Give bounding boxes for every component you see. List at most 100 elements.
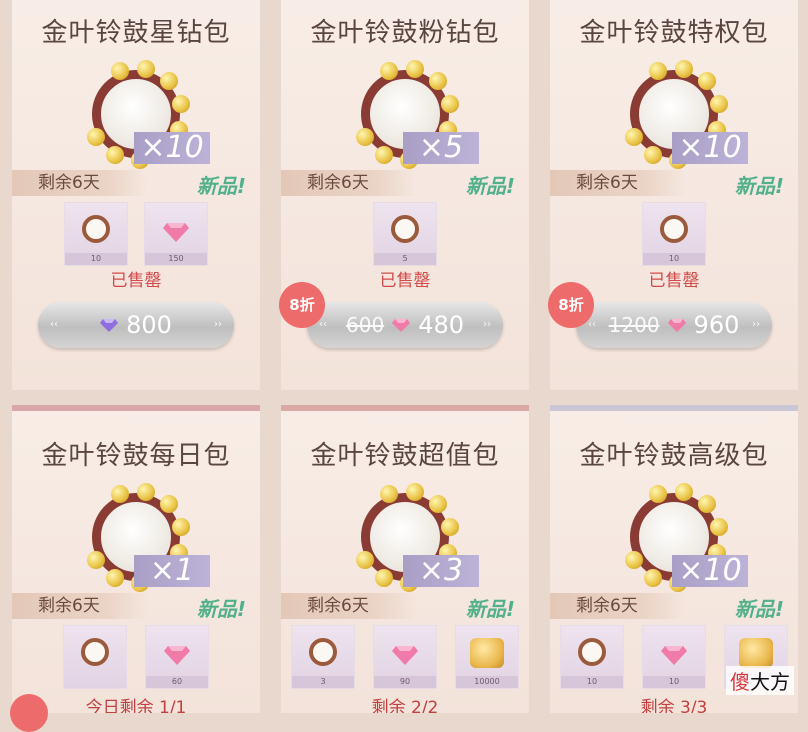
pack-card-pink-diamond[interactable]: 金叶铃鼓粉钻包 ×5 剩余6天 新品! 5 已售罄 ‹‹ 600 480 ›› xyxy=(281,0,529,390)
item-count: 10000 xyxy=(456,676,518,688)
quantity-badge: ×1 xyxy=(134,555,210,587)
item-count: 3 xyxy=(292,676,354,688)
bell-icon xyxy=(136,483,155,502)
pack-title: 金叶铃鼓超值包 xyxy=(310,441,500,471)
pack-card-star-diamond[interactable]: 金叶铃鼓星钻包 ×10 剩余6天 新品! 10 150 已售罄 ‹‹ 800 ›… xyxy=(12,0,260,390)
bell-icon xyxy=(374,145,393,164)
quantity-badge: ×10 xyxy=(672,132,748,164)
bell-icon xyxy=(111,484,130,503)
bell-icon xyxy=(428,495,447,514)
pack-grid: 金叶铃鼓星钻包 ×10 剩余6天 新品! 10 150 已售罄 ‹‹ 800 ›… xyxy=(0,0,808,732)
bell-icon xyxy=(643,145,662,164)
status-text: 已售罄 xyxy=(110,271,162,291)
item-count: 60 xyxy=(146,676,208,688)
item-list: 5 xyxy=(281,202,529,266)
bell-icon xyxy=(105,568,124,587)
item-gold[interactable]: 10000 xyxy=(455,625,519,689)
pack-title: 金叶铃鼓高级包 xyxy=(579,441,769,471)
status-text: 已售罄 xyxy=(379,271,431,291)
new-tag: 新品! xyxy=(734,174,784,198)
bell-icon xyxy=(674,483,693,502)
days-remaining: 剩余6天 xyxy=(281,170,417,196)
pink-diamond-icon xyxy=(661,646,687,665)
days-remaining: 剩余6天 xyxy=(281,593,417,619)
item-count: 90 xyxy=(374,676,436,688)
bell-icon xyxy=(111,61,130,80)
original-price: 600 xyxy=(346,313,385,337)
discount-badge: 8折 xyxy=(548,282,594,328)
bell-icon xyxy=(428,72,447,91)
new-tag: 新品! xyxy=(196,597,246,621)
item-diamond[interactable]: 10 xyxy=(642,625,706,689)
item-diamond[interactable]: 150 xyxy=(144,202,208,266)
pack-title: 金叶铃鼓每日包 xyxy=(41,441,231,471)
buy-button[interactable]: ‹‹ 600 480 ›› xyxy=(307,302,503,348)
item-count: 5 xyxy=(374,253,436,265)
pack-card-privilege[interactable]: 金叶铃鼓特权包 ×10 剩余6天 新品! 10 已售罄 ‹‹ 1200 960 … xyxy=(550,0,798,390)
new-tag: 新品! xyxy=(196,174,246,198)
item-list: 10 150 xyxy=(12,202,260,266)
original-price: 1200 xyxy=(608,313,660,337)
pink-diamond-icon xyxy=(164,646,190,665)
item-list: 60 xyxy=(12,625,260,689)
item-tambourine[interactable] xyxy=(63,625,127,689)
item-tambourine[interactable]: 10 xyxy=(560,625,624,689)
watermark: 傻大方 xyxy=(726,666,794,695)
card-top-bar xyxy=(550,405,798,411)
card-top-bar xyxy=(281,405,529,411)
bell-icon xyxy=(374,568,393,587)
status-text: 已售罄 xyxy=(648,271,700,291)
watermark-text: 大方 xyxy=(750,670,790,694)
item-tambourine[interactable]: 10 xyxy=(64,202,128,266)
price: 480 xyxy=(418,311,464,339)
bell-icon xyxy=(171,518,190,537)
bell-icon xyxy=(405,60,424,79)
bell-icon xyxy=(105,145,124,164)
item-tambourine[interactable]: 10 xyxy=(642,202,706,266)
bell-icon xyxy=(405,483,424,502)
watermark-red-text: 傻 xyxy=(730,670,750,694)
item-list: 10 xyxy=(550,202,798,266)
bell-icon xyxy=(440,95,459,114)
bell-icon xyxy=(709,518,728,537)
buy-button[interactable]: ‹‹ 800 ›› xyxy=(38,302,234,348)
bell-icon xyxy=(643,568,662,587)
new-tag: 新品! xyxy=(465,174,515,198)
pack-card-value[interactable]: 金叶铃鼓超值包 ×3 剩余6天 新品! 3 90 10000 剩余 2/2 xyxy=(281,405,529,713)
days-remaining: 剩余6天 xyxy=(12,170,148,196)
tambourine-icon xyxy=(578,638,606,666)
new-tag: 新品! xyxy=(734,597,784,621)
bell-icon xyxy=(159,72,178,91)
bell-icon xyxy=(697,495,716,514)
quantity-badge: ×5 xyxy=(403,132,479,164)
tambourine-icon xyxy=(309,638,337,666)
item-diamond[interactable]: 90 xyxy=(373,625,437,689)
item-diamond[interactable]: 60 xyxy=(145,625,209,689)
pack-card-daily[interactable]: 金叶铃鼓每日包 ×1 剩余6天 新品! 60 今日剩余 1/1 xyxy=(12,405,260,713)
bell-icon xyxy=(674,60,693,79)
tambourine-icon xyxy=(660,215,688,243)
card-top-bar xyxy=(12,405,260,411)
bell-icon xyxy=(709,95,728,114)
chevron-left-icon: ‹‹ xyxy=(588,319,596,330)
price: 960 xyxy=(693,311,740,339)
item-count: 10 xyxy=(65,253,127,265)
price: 800 xyxy=(126,311,172,339)
item-count: 10 xyxy=(643,676,705,688)
bell-icon xyxy=(649,61,668,80)
discount-badge: 8折 xyxy=(279,282,325,328)
bell-icon xyxy=(440,518,459,537)
status-text: 今日剩余 1/1 xyxy=(85,698,187,713)
bell-icon xyxy=(380,61,399,80)
chevron-right-icon: ›› xyxy=(483,319,491,330)
item-list: 3 90 10000 xyxy=(281,625,529,689)
item-count: 10 xyxy=(561,676,623,688)
status-text: 剩余 3/3 xyxy=(640,698,708,713)
chevron-right-icon: ›› xyxy=(214,319,222,330)
pink-diamond-icon xyxy=(392,646,418,665)
bell-icon xyxy=(136,60,155,79)
item-tambourine[interactable]: 3 xyxy=(291,625,355,689)
item-tambourine[interactable]: 5 xyxy=(373,202,437,266)
chevron-left-icon: ‹‹ xyxy=(50,319,58,330)
buy-button[interactable]: ‹‹ 1200 960 ›› xyxy=(576,302,772,348)
